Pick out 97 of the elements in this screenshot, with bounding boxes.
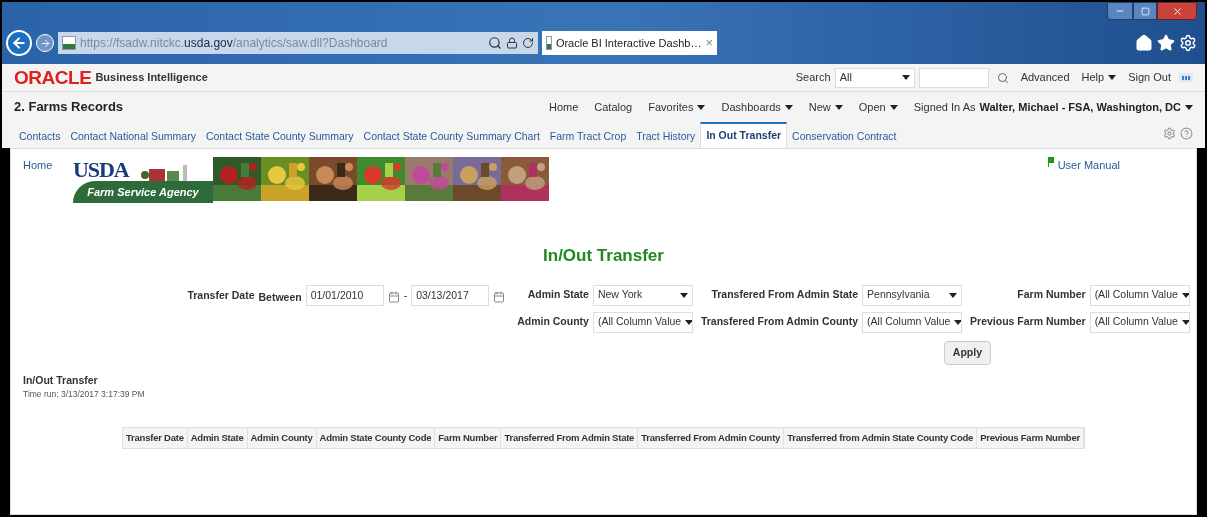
date-field[interactable]: 03/13/2017 [411,284,490,306]
maximize-button[interactable] [1133,2,1157,20]
site-icon [62,36,76,50]
oracle-logo: ORACLE [14,68,92,87]
filter-label: Farm Number [1017,287,1086,303]
tab-close[interactable]: × [705,33,713,53]
dashboard-tab[interactable]: Tract History [631,126,701,148]
forward-button[interactable] [36,34,54,52]
caret-icon [697,104,706,110]
browser-tab[interactable]: Oracle BI Interactive Dashb… × [542,31,717,55]
caret-icon [1108,75,1117,80]
date-separator: - [403,287,408,303]
nav-link[interactable]: Catalog [594,98,633,116]
nav-link[interactable]: Favorites [648,98,706,116]
site-icon [546,36,552,50]
filter-label: Previous Farm Number [970,314,1086,330]
report-title: In/Out Transfer [23,372,99,388]
column-header: Previous Farm Number [977,428,1084,449]
signed-in-label: Signed In As [913,99,976,115]
header-link[interactable]: Advanced [1020,69,1070,86]
home-link[interactable]: Home [23,157,73,203]
date-field[interactable]: 01/01/2010 [305,284,384,306]
dashboard-tab[interactable]: Contact State County Summary [200,126,359,148]
page-title: In/Out Transfer [543,245,664,267]
caret-icon [949,292,958,298]
dashboard-tab[interactable]: Contacts [14,126,66,148]
header-link[interactable]: Help [1081,69,1117,86]
dashboard-tab[interactable]: Contact National Summary [65,126,201,148]
nav-link[interactable]: Open [858,98,898,116]
refresh-icon[interactable] [522,37,534,49]
column-header: Transfer Date [123,428,188,449]
filter-select[interactable]: New York [592,284,693,306]
tab-title: Oracle BI Interactive Dashb… [555,35,702,51]
filter-select[interactable]: (All Column Value [1089,311,1190,333]
caret-icon [784,104,793,110]
flag-icon [1047,157,1054,167]
column-header: Transferred from Admin State County Code [784,428,978,449]
dashboard-tab[interactable]: Conservation Contract [787,126,902,148]
apply-button[interactable]: Apply [943,340,991,365]
caret-icon [889,104,898,110]
filter-label: Transfer Date [187,287,255,303]
search-scope-select[interactable]: All [834,67,915,88]
column-header: Transferred From Admin County [638,428,785,449]
agency-name: Farm Service Agency [87,184,199,200]
caret-icon [1181,292,1189,298]
filter-label: Transfered From Admin County [700,314,859,330]
search-icon[interactable] [996,71,1009,84]
filter-select[interactable]: (All Column Value [1089,284,1190,306]
filter-label: Transfered From Admin State [711,287,859,303]
filter-select[interactable]: (All Column Value [862,311,963,333]
column-header: Admin County [247,428,317,449]
dashboard-tab[interactable]: Contact State County Summary Chart [358,126,545,148]
lock-icon [506,37,518,49]
filter-label: Admin State [527,287,589,303]
back-button[interactable] [6,30,32,56]
column-header: Farm Number [435,428,502,449]
forward-arrow-icon [39,37,51,49]
caret-icon [679,292,688,298]
filter-select[interactable]: Pennsylvania [862,284,963,306]
time-run: Time run: 3/13/2017 3:17:39 PM [23,388,146,401]
dashboard-tab[interactable]: Farm Tract Crop [544,126,632,148]
close-icon [1171,5,1183,17]
caret-icon [685,319,692,325]
filter-label: Admin County [517,314,589,330]
address-bar[interactable]: https://fsadw.nitckc.usda.gov/analytics/saw.dll?Dashboard [58,32,538,54]
dashboard-tab[interactable]: In Out Transfer [700,122,788,148]
minimize-button[interactable] [1107,2,1133,20]
column-header: Transferred From Admin State [501,428,639,449]
header-link[interactable]: Sign Out [1128,69,1171,86]
caret-icon [901,75,910,80]
menu-icon[interactable] [1179,73,1193,82]
column-header: Admin State County Code [316,428,436,449]
dashboard-title: 2. Farms Records [14,98,124,117]
caret-icon [954,319,962,325]
column-header: Admin State [187,428,248,449]
filter-select[interactable]: (All Column Value [592,311,693,333]
caret-icon [834,104,843,110]
home-icon[interactable] [1135,34,1153,52]
nav-link[interactable]: Home [548,98,579,116]
url-text: https://fsadw.nitckc.usda.gov/analytics/saw.dll?Dashboard [80,35,389,52]
between-label: Between [258,289,302,305]
help-icon[interactable] [1180,127,1193,140]
star-icon[interactable] [1157,34,1175,52]
product-name: Business Intelligence [95,70,208,86]
user-manual-link[interactable]: User Manual [1047,157,1120,203]
caret-icon [1181,319,1189,325]
nav-link[interactable]: Dashboards [721,98,793,116]
maximize-icon [1140,6,1150,16]
caret-icon [1185,104,1193,110]
calendar-icon[interactable] [387,290,400,303]
search-icon[interactable] [488,36,502,50]
usda-logo: USDA [73,159,129,181]
user-menu[interactable]: Walter, Michael - FSA, Washington, DC [979,98,1193,116]
nav-link[interactable]: New [808,98,843,116]
calendar-icon[interactable] [493,290,506,303]
search-label: Search [795,70,831,86]
search-field[interactable] [918,67,989,88]
